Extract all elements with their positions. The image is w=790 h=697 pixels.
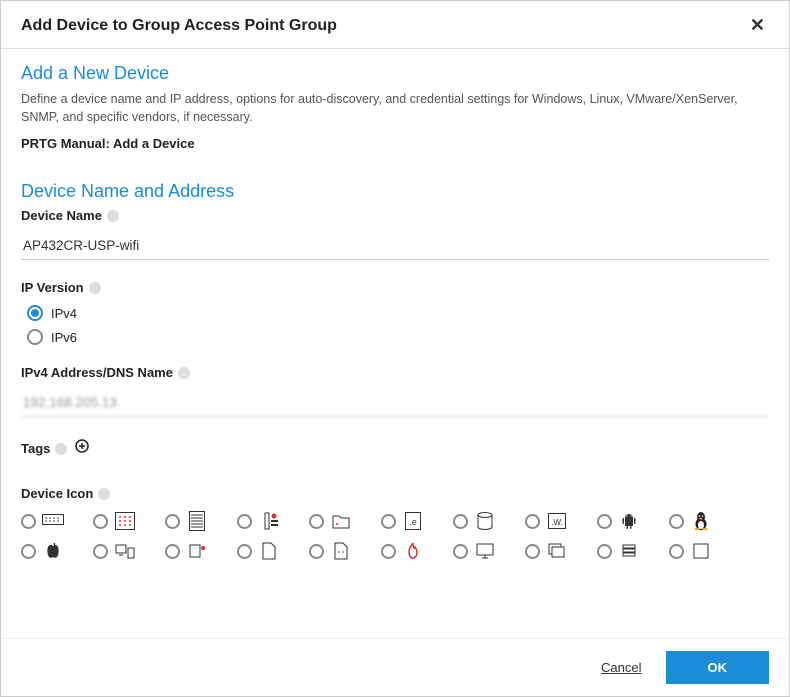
server-dot-icon	[186, 541, 208, 561]
radio-icon	[669, 544, 684, 559]
folder-icon	[330, 511, 352, 531]
icon-option-stack[interactable]	[597, 541, 669, 561]
radio-icon	[237, 544, 252, 559]
radio-icon	[381, 544, 396, 559]
radio-icon	[165, 544, 180, 559]
devices-icon	[114, 541, 136, 561]
window-w-icon: .W.	[546, 511, 568, 531]
info-icon[interactable]	[107, 210, 119, 222]
icon-option-server-rack[interactable]	[165, 511, 237, 531]
section-description: Define a device name and IP address, opt…	[21, 90, 769, 126]
file-dots-icon	[330, 541, 352, 561]
icon-option-folder[interactable]	[309, 511, 381, 531]
ok-button[interactable]: OK	[666, 651, 770, 684]
section-heading-name-address: Device Name and Address	[21, 181, 769, 202]
radio-icon	[453, 544, 468, 559]
info-icon[interactable]	[98, 488, 110, 500]
device-name-input[interactable]	[21, 233, 769, 260]
ipv4-address-label: IPv4 Address/DNS Name	[21, 365, 173, 380]
icon-option-window-w[interactable]: .W.	[525, 511, 597, 531]
radio-icon	[27, 305, 43, 321]
stack-icon	[618, 541, 640, 561]
close-icon: ✕	[750, 15, 765, 35]
cancel-button[interactable]: Cancel	[601, 660, 641, 675]
radio-icon	[525, 514, 540, 529]
icon-option-network-switch[interactable]	[93, 511, 165, 531]
fire-icon	[402, 541, 424, 561]
icon-option-server-dot[interactable]	[165, 541, 237, 561]
icon-option-file-e[interactable]: .e	[381, 511, 453, 531]
keyboard-icon	[42, 511, 64, 531]
icon-option-file-dots[interactable]	[309, 541, 381, 561]
section-heading-add-device: Add a New Device	[21, 63, 769, 84]
radio-label-ipv4: IPv4	[51, 306, 77, 321]
icon-option-database[interactable]	[453, 511, 525, 531]
file-icon	[258, 541, 280, 561]
info-icon[interactable]	[55, 443, 67, 455]
icon-option-monitor[interactable]	[453, 541, 525, 561]
dialog-title: Add Device to Group Access Point Group	[21, 17, 337, 35]
radio-icon	[165, 514, 180, 529]
radio-ipv4[interactable]: IPv4	[27, 305, 769, 321]
radio-icon	[27, 329, 43, 345]
network-switch-icon	[114, 511, 136, 531]
radio-icon	[93, 514, 108, 529]
radio-icon	[525, 544, 540, 559]
icon-option-server-red-dot[interactable]	[237, 511, 309, 531]
icon-option-android[interactable]	[597, 511, 669, 531]
radio-icon	[21, 514, 36, 529]
icon-option-blank[interactable]	[669, 541, 741, 561]
tags-label: Tags	[21, 441, 50, 456]
blank-icon	[690, 541, 712, 561]
file-e-icon: .e	[402, 511, 424, 531]
svg-text:.e: .e	[409, 517, 417, 527]
icon-option-apple[interactable]	[21, 541, 93, 561]
radio-icon	[21, 544, 36, 559]
linux-penguin-icon	[690, 511, 712, 531]
plus-icon	[75, 439, 89, 453]
radio-icon	[237, 514, 252, 529]
radio-icon	[309, 514, 324, 529]
manual-link[interactable]: PRTG Manual: Add a Device	[21, 136, 769, 151]
info-icon[interactable]	[89, 282, 101, 294]
device-icon-label: Device Icon	[21, 486, 93, 501]
radio-icon	[597, 544, 612, 559]
ip-version-label: IP Version	[21, 280, 84, 295]
info-icon[interactable]	[178, 367, 190, 379]
svg-text:.W.: .W.	[551, 518, 563, 527]
radio-icon	[309, 544, 324, 559]
close-button[interactable]: ✕	[746, 15, 769, 36]
radio-icon	[669, 514, 684, 529]
android-icon	[618, 511, 640, 531]
radio-label-ipv6: IPv6	[51, 330, 77, 345]
radio-icon	[597, 514, 612, 529]
database-icon	[474, 511, 496, 531]
ipv4-address-input[interactable]	[21, 390, 769, 417]
layers-icon	[546, 541, 568, 561]
radio-icon	[93, 544, 108, 559]
device-icon-grid: .e .W.	[21, 511, 769, 571]
icon-option-layers[interactable]	[525, 541, 597, 561]
radio-icon	[381, 514, 396, 529]
server-red-dot-icon	[258, 511, 280, 531]
add-tag-button[interactable]	[73, 437, 91, 455]
server-rack-icon	[186, 511, 208, 531]
icon-option-linux-penguin[interactable]	[669, 511, 741, 531]
icon-option-file[interactable]	[237, 541, 309, 561]
icon-option-keyboard[interactable]	[21, 511, 93, 531]
icon-option-fire[interactable]	[381, 541, 453, 561]
radio-icon	[453, 514, 468, 529]
monitor-icon	[474, 541, 496, 561]
radio-ipv6[interactable]: IPv6	[27, 329, 769, 345]
apple-icon	[42, 541, 64, 561]
device-name-label: Device Name	[21, 208, 102, 223]
icon-option-devices[interactable]	[93, 541, 165, 561]
